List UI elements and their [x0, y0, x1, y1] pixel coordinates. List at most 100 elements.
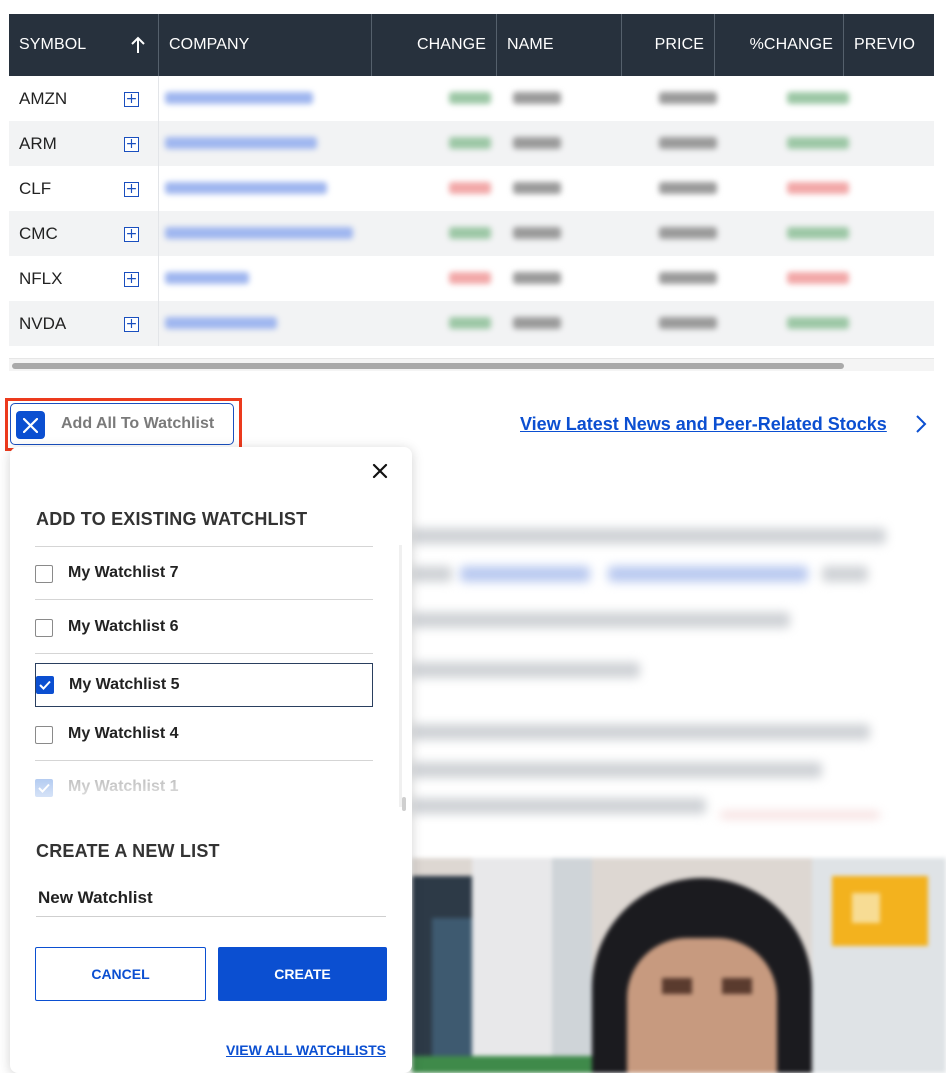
list-fade-overlay — [35, 773, 373, 802]
table-row[interactable]: CMC + — [9, 211, 934, 256]
add-to-watchlist-plus-icon[interactable]: + — [124, 137, 139, 152]
symbol-cell: NVDA + — [9, 301, 159, 346]
watchlist-item[interactable]: My Watchlist 4 — [35, 708, 373, 761]
table-row[interactable]: AMZN + — [9, 76, 934, 121]
add-to-watchlist-plus-icon[interactable]: + — [124, 227, 139, 242]
symbol-text: CLF — [19, 179, 52, 198]
blurred-value — [165, 317, 277, 329]
watchlist-item[interactable]: My Watchlist 7 — [35, 547, 373, 600]
watchlist-scrollbar[interactable] — [399, 545, 402, 807]
obscured-cells — [159, 256, 934, 301]
blurred-value — [659, 137, 717, 149]
existing-watchlist-heading: ADD TO EXISTING WATCHLIST — [36, 509, 308, 529]
blurred-value — [659, 182, 717, 194]
blurred-value — [659, 272, 717, 284]
blurred-value — [165, 182, 327, 194]
article-line — [412, 662, 640, 678]
blurred-value — [787, 137, 849, 149]
column-header-change[interactable]: CHANGE — [372, 14, 497, 76]
watchlist-scrollbar-thumb[interactable] — [402, 797, 406, 811]
symbol-cell: ARM + — [9, 121, 159, 166]
column-header-previo[interactable]: PREVIO — [844, 14, 934, 76]
create-list-heading: CREATE A NEW LIST — [36, 841, 220, 861]
article-line — [412, 612, 790, 628]
blurred-value — [787, 227, 849, 239]
watchlist-item[interactable]: My Watchlist 6 — [35, 601, 373, 654]
cancel-button[interactable]: CANCEL — [35, 947, 206, 1001]
symbol-text: CMC — [19, 224, 58, 243]
article-line — [412, 798, 706, 814]
column-header-label: SYMBOL — [19, 36, 87, 53]
column-header-company[interactable]: COMPANY — [159, 14, 372, 76]
symbol-text: NFLX — [19, 269, 63, 288]
blurred-value — [165, 92, 313, 104]
symbol-cell: AMZN + — [9, 76, 159, 121]
obscured-cells — [159, 166, 934, 211]
watchlist-label: My Watchlist 5 — [69, 676, 180, 693]
symbol-cell: CLF + — [9, 166, 159, 211]
blurred-value — [659, 317, 717, 329]
table-body: AMZN + ARM + CLF + CMC + NFLX + NVDA + — [9, 76, 934, 346]
close-x-icon[interactable] — [16, 411, 45, 439]
add-all-label: Add All To Watchlist — [61, 415, 215, 432]
blurred-value — [659, 92, 717, 104]
add-to-watchlist-plus-icon[interactable]: + — [124, 92, 139, 107]
watchlist-checkbox[interactable] — [35, 565, 53, 583]
blurred-value — [513, 182, 561, 194]
blurred-value — [787, 182, 849, 194]
new-watchlist-name-input[interactable] — [36, 879, 386, 917]
article-link-line — [608, 566, 808, 582]
article-link-line — [460, 566, 590, 582]
table-row[interactable]: CLF + — [9, 166, 934, 211]
symbol-text: NVDA — [19, 314, 67, 333]
column-header-label: %CHANGE — [749, 36, 833, 53]
create-button[interactable]: CREATE — [218, 947, 387, 1001]
blurred-value — [449, 272, 491, 284]
blurred-value — [513, 272, 561, 284]
blurred-value — [513, 92, 561, 104]
article-line — [412, 528, 886, 544]
add-to-watchlist-plus-icon[interactable]: + — [124, 182, 139, 197]
column-header-label: CHANGE — [416, 36, 486, 53]
column-header-label: NAME — [507, 36, 554, 53]
view-latest-news-link[interactable]: View Latest News and Peer-Related Stocks — [520, 414, 887, 435]
view-all-watchlists-link[interactable]: VIEW ALL WATCHLISTS — [226, 1042, 386, 1058]
sort-ascending-icon[interactable] — [130, 36, 146, 54]
watchlist-label: My Watchlist 4 — [68, 724, 179, 742]
add-to-watchlist-plus-icon[interactable]: + — [124, 272, 139, 287]
chevron-right-icon[interactable] — [914, 414, 928, 434]
blurred-value — [165, 227, 353, 239]
table-row[interactable]: ARM + — [9, 121, 934, 166]
symbol-cell: CMC + — [9, 211, 159, 256]
add-to-watchlist-plus-icon[interactable]: + — [124, 317, 139, 332]
watchlist-checkbox[interactable] — [36, 676, 54, 694]
watchlist-item[interactable]: My Watchlist 5 — [35, 663, 373, 707]
blurred-value — [165, 272, 249, 284]
table-header: SYMBOL COMPANY CHANGE NAME PRICE %CHANGE PREVI… — [9, 14, 934, 76]
watchlist-checkbox[interactable] — [35, 725, 53, 744]
column-header-symbol[interactable]: SYMBOL — [9, 14, 159, 76]
watchlist-checkbox[interactable] — [35, 618, 53, 637]
add-all-to-watchlist-button[interactable]: Add All To Watchlist — [10, 403, 234, 445]
column-header-change[interactable]: %CHANGE — [715, 14, 844, 76]
blurred-value — [513, 137, 561, 149]
obscured-cells — [159, 121, 934, 166]
blurred-value — [659, 227, 717, 239]
blurred-value — [787, 92, 849, 104]
blurred-value — [449, 137, 491, 149]
table-row[interactable]: NFLX + — [9, 256, 934, 301]
horizontal-scrollbar[interactable] — [9, 358, 934, 371]
blurred-value — [513, 317, 561, 329]
symbol-text: AMZN — [19, 89, 68, 108]
blurred-value — [513, 227, 561, 239]
close-icon[interactable] — [370, 461, 390, 481]
horizontal-scrollbar-thumb[interactable] — [12, 363, 844, 369]
table-row[interactable]: NVDA + — [9, 301, 934, 346]
blurred-value — [787, 317, 849, 329]
column-header-price[interactable]: PRICE — [622, 14, 715, 76]
article-image — [412, 858, 946, 1073]
obscured-cells — [159, 76, 934, 121]
column-header-label: COMPANY — [169, 36, 250, 53]
stock-table: SYMBOL COMPANY CHANGE NAME PRICE %CHANGE PREVI… — [9, 14, 934, 372]
column-header-name[interactable]: NAME — [497, 14, 622, 76]
